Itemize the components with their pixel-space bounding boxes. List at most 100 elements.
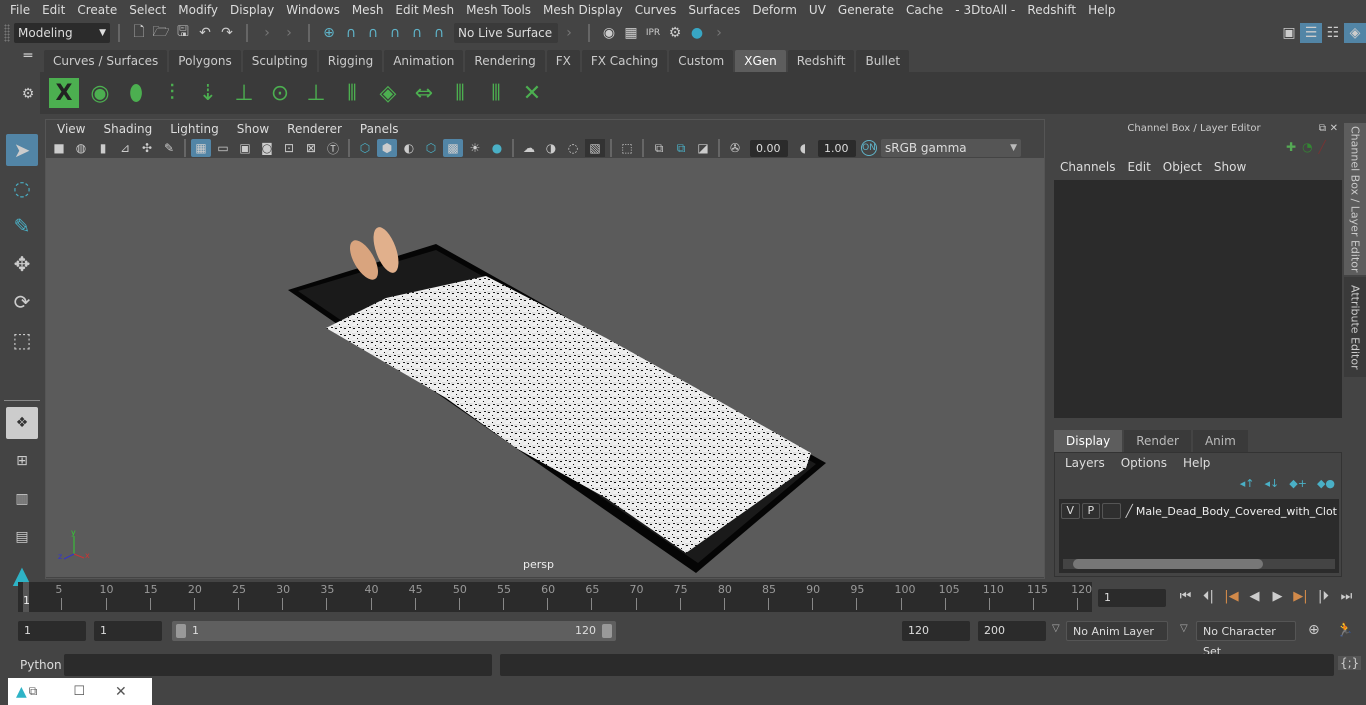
menu-redshift[interactable]: Redshift <box>1021 3 1082 17</box>
gamma-field[interactable]: 1.00 <box>818 139 856 157</box>
menu-display[interactable]: Display <box>224 3 280 17</box>
persp-graph-layout-icon[interactable]: ▤ <box>6 521 38 553</box>
lock-guides-icon[interactable]: ⊥ <box>301 78 331 108</box>
anti-aliasing-icon[interactable]: ◌ <box>563 139 583 157</box>
character-set-dropdown[interactable]: No Character Set <box>1196 621 1296 658</box>
patch-icon[interactable]: ◈ <box>373 78 403 108</box>
xray-active-icon[interactable]: ⧉ <box>671 139 691 157</box>
four-view-layout-icon[interactable]: ⊞ <box>6 445 38 477</box>
undo-icon[interactable]: ↶ <box>194 23 216 43</box>
new-empty-layer-icon[interactable]: ◆+ <box>1289 477 1307 490</box>
gamma-icon[interactable]: ◖ <box>793 139 813 157</box>
chevron-down-icon[interactable]: ▽ <box>1180 623 1188 634</box>
menu-edit-mesh[interactable]: Edit Mesh <box>389 3 460 17</box>
channel-box-menu-channels[interactable]: Channels <box>1054 160 1122 174</box>
close-icon[interactable]: ✕ <box>115 684 127 700</box>
camera-attributes-icon[interactable]: ◍ <box>71 139 91 157</box>
wireframe-icon[interactable]: ⬡ <box>355 139 375 157</box>
snap-grid-icon[interactable]: ⊕ <box>318 23 340 43</box>
layer-name[interactable]: Male_Dead_Body_Covered_with_Clot <box>1136 505 1337 518</box>
channel-box-menu-object[interactable]: Object <box>1157 160 1208 174</box>
scrollbar-thumb[interactable] <box>1073 559 1263 569</box>
horizontal-scrollbar[interactable] <box>1063 559 1335 569</box>
2d-pan-zoom-icon[interactable]: ✣ <box>137 139 157 157</box>
paint-select-icon[interactable]: ✎ <box>6 210 38 242</box>
preview-hide-icon[interactable]: ⬮ <box>121 78 151 108</box>
shadows-icon[interactable]: ● <box>487 139 507 157</box>
menu-mesh-tools[interactable]: Mesh Tools <box>460 3 537 17</box>
layer-menu-options[interactable]: Options <box>1113 456 1175 470</box>
range-end-handle[interactable] <box>602 624 612 638</box>
channel-box-menu-edit[interactable]: Edit <box>1122 160 1157 174</box>
viewport-menu-shading[interactable]: Shading <box>94 120 161 138</box>
hyperbolic-icon[interactable]: ╱ <box>1319 140 1326 154</box>
xray-joints-icon[interactable]: ◪ <box>693 139 713 157</box>
select-camera-icon[interactable]: ■ <box>49 139 69 157</box>
smooth-shade-icon[interactable]: ⬢ <box>377 139 397 157</box>
tab-bullet[interactable]: Bullet <box>856 50 910 72</box>
tab-xgen[interactable]: XGen <box>735 50 786 72</box>
chevron-down-icon[interactable]: ▽ <box>1052 623 1060 634</box>
place-on-surface-icon[interactable]: ⇣ <box>193 78 223 108</box>
channel-box-area[interactable] <box>1054 180 1342 418</box>
menu-help[interactable]: Help <box>1082 3 1121 17</box>
step-forward-key-icon[interactable]: ▶| <box>1289 589 1312 604</box>
color-management-toggle-icon[interactable]: ON <box>861 140 877 156</box>
collapse-arrow-icon[interactable]: › <box>558 23 580 43</box>
render-frame-icon[interactable]: ▦ <box>620 23 642 43</box>
save-scene-icon[interactable]: 🖫 <box>172 23 194 43</box>
manipulator-icon[interactable]: ✚ <box>1286 140 1296 154</box>
range-slider[interactable]: 1 120 <box>172 621 616 641</box>
live-surface-field[interactable]: No Live Surface <box>454 23 558 43</box>
float-panel-icon[interactable]: ⧉ <box>1319 123 1326 134</box>
mirror-guides-icon[interactable]: ⇔ <box>409 78 439 108</box>
xgen-editor-icon[interactable]: X <box>49 78 79 108</box>
add-guide-icon[interactable]: ⊥ <box>229 78 259 108</box>
ambient-occlusion-icon[interactable]: ☁ <box>519 139 539 157</box>
menu-cache[interactable]: Cache <box>900 3 949 17</box>
grip-handle[interactable] <box>4 24 10 42</box>
resolution-gate-icon[interactable]: ▣ <box>235 139 255 157</box>
move-layer-up-icon[interactable]: ◂↑ <box>1240 477 1255 490</box>
exposure-icon[interactable]: ✇ <box>725 139 745 157</box>
collapse-arrow-icon[interactable]: › <box>708 23 730 43</box>
ipr-render-icon[interactable]: IPR <box>642 23 664 43</box>
isolate-select-icon[interactable]: ⬚ <box>617 139 637 157</box>
command-input[interactable] <box>64 654 492 676</box>
collapse-arrow-icon[interactable]: › <box>278 23 300 43</box>
anim-layer-dropdown[interactable]: No Anim Layer <box>1066 621 1168 641</box>
menu-file[interactable]: File <box>4 3 36 17</box>
select-tool-icon[interactable]: ➤ <box>6 134 38 166</box>
go-to-end-icon[interactable]: ⏭ <box>1335 589 1358 604</box>
gate-mask-icon[interactable]: ◙ <box>257 139 277 157</box>
range-start-handle[interactable] <box>176 624 186 638</box>
menu-select[interactable]: Select <box>123 3 172 17</box>
image-plane-icon[interactable]: ⊿ <box>115 139 135 157</box>
tab-rendering[interactable]: Rendering <box>465 50 545 72</box>
tab-anim[interactable]: Anim <box>1192 430 1248 452</box>
field-chart-icon[interactable]: ⊡ <box>279 139 299 157</box>
step-back-frame-icon[interactable]: ⏴| <box>1197 589 1220 604</box>
menu-mesh[interactable]: Mesh <box>346 3 390 17</box>
viewport-menu-show[interactable]: Show <box>228 120 278 138</box>
lasso-select-icon[interactable]: ◌ <box>6 172 38 204</box>
show-guides-icon[interactable]: ⊙ <box>265 78 295 108</box>
tab-redshift[interactable]: Redshift <box>787 50 855 72</box>
tab-channel-box-layer-editor[interactable]: Channel Box / Layer Editor <box>1344 123 1366 275</box>
guide-bounds-icon[interactable]: ⫴ <box>481 78 511 108</box>
redo-icon[interactable]: ↷ <box>216 23 238 43</box>
animation-start-field[interactable]: 1 <box>18 621 86 641</box>
layer-display-type-toggle[interactable] <box>1102 503 1121 519</box>
play-forwards-icon[interactable]: ▶ <box>1266 589 1289 604</box>
tab-sculpting[interactable]: Sculpting <box>242 50 317 72</box>
channel-box-toggle-icon[interactable]: ◈ <box>1344 23 1366 43</box>
add-guides-icon[interactable]: ⫶ <box>157 78 187 108</box>
color-space-dropdown[interactable]: sRGB gamma ▼ <box>881 139 1021 157</box>
step-back-key-icon[interactable]: |◀ <box>1220 589 1243 604</box>
play-backwards-icon[interactable]: ◀ <box>1243 589 1266 604</box>
layer-playback-toggle[interactable]: P <box>1081 503 1101 519</box>
menu-uv[interactable]: UV <box>803 3 832 17</box>
collapse-arrow-icon[interactable]: › <box>256 23 278 43</box>
menu-modify[interactable]: Modify <box>172 3 224 17</box>
modeling-toolkit-icon[interactable]: ▣ <box>1278 23 1300 43</box>
